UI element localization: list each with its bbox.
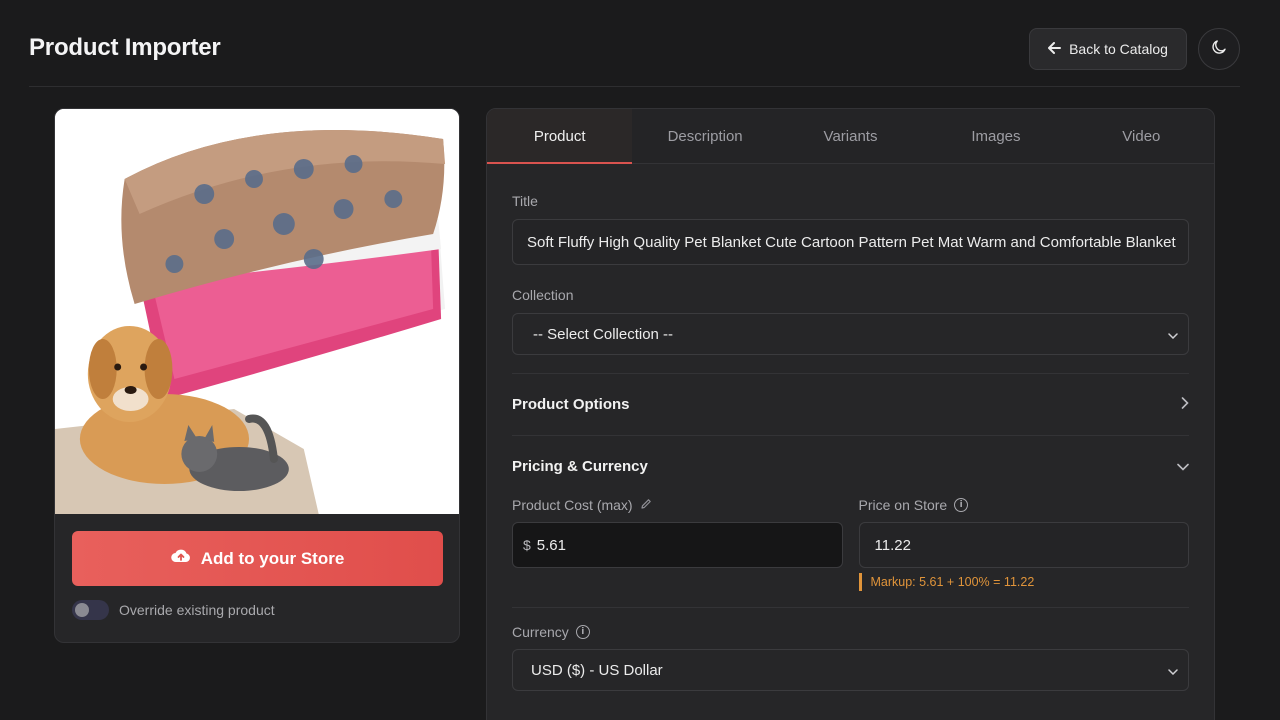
- cost-label: Product Cost (max): [512, 496, 843, 514]
- product-editor-panel: Product Description Variants Images Vide…: [486, 108, 1215, 720]
- cost-currency-symbol: $: [523, 537, 531, 553]
- store-price-input[interactable]: 11.22: [858, 522, 1189, 568]
- title-label-text: Title: [512, 193, 538, 209]
- collection-value: -- Select Collection --: [533, 325, 674, 343]
- add-to-store-label: Add to your Store: [200, 548, 345, 568]
- product-image: [55, 109, 459, 514]
- cost-label-text: Product Cost (max): [512, 497, 633, 513]
- override-label: Override existing product: [119, 602, 275, 618]
- pricing-grid: Product Cost (max) $ 5.61 Price on Store…: [512, 496, 1189, 591]
- tab-description[interactable]: Description: [632, 109, 777, 163]
- cost-value: 5.61: [536, 536, 566, 554]
- cloud-upload-icon: [170, 548, 191, 569]
- title-label: Title: [512, 193, 1189, 209]
- chevron-right-icon: [1181, 396, 1189, 413]
- currency-value: USD ($) - US Dollar: [531, 661, 663, 679]
- cost-column: Product Cost (max) $ 5.61: [512, 496, 843, 591]
- store-price-column: Price on Store i 11.22 Markup: 5.61 + 10…: [858, 496, 1190, 591]
- markup-note: Markup: 5.61 + 100% = 11.22: [858, 573, 1190, 591]
- page-title: Product Importer: [29, 34, 221, 61]
- divider: [512, 607, 1189, 608]
- add-to-store-button[interactable]: Add to your Store: [72, 531, 443, 586]
- title-input[interactable]: Soft Fluffy High Quality Pet Blanket Cut…: [512, 219, 1189, 265]
- product-cost-input[interactable]: $ 5.61: [512, 522, 843, 568]
- collection-label: Collection: [512, 287, 1189, 303]
- collection-select[interactable]: -- Select Collection --: [512, 313, 1189, 355]
- back-to-catalog-button[interactable]: Back to Catalog: [1029, 28, 1187, 70]
- toggle-knob: [75, 603, 89, 617]
- product-options-label: Product Options: [512, 396, 630, 413]
- info-icon[interactable]: i: [954, 498, 969, 512]
- tab-video[interactable]: Video: [1069, 109, 1214, 163]
- moon-icon: [1211, 39, 1227, 60]
- currency-select[interactable]: USD ($) - US Dollar: [512, 649, 1189, 691]
- arrow-left-icon: [1048, 41, 1062, 57]
- store-price-label-text: Price on Store: [858, 497, 948, 513]
- tab-images[interactable]: Images: [923, 109, 1068, 163]
- pricing-section-header[interactable]: Pricing & Currency: [512, 436, 1189, 496]
- product-options-section[interactable]: Product Options: [512, 374, 1189, 435]
- chevron-down-icon: [1168, 662, 1178, 679]
- tab-variants[interactable]: Variants: [778, 109, 923, 163]
- product-form: Title Soft Fluffy High Quality Pet Blank…: [487, 193, 1214, 691]
- tab-product[interactable]: Product: [487, 109, 633, 164]
- chevron-down-icon: [1168, 326, 1178, 343]
- product-preview-card: Add to your Store Override existing prod…: [54, 108, 460, 643]
- theme-toggle-button[interactable]: [1198, 28, 1240, 70]
- override-row: Override existing product: [72, 599, 275, 621]
- back-to-catalog-label: Back to Catalog: [1069, 41, 1168, 57]
- chevron-down-icon: [1177, 458, 1189, 475]
- collection-label-text: Collection: [512, 287, 574, 303]
- pencil-icon[interactable]: [640, 497, 652, 513]
- info-icon[interactable]: i: [575, 625, 590, 639]
- header-divider: [29, 86, 1240, 87]
- currency-label: Currency i: [512, 624, 1189, 640]
- pricing-label: Pricing & Currency: [512, 457, 648, 475]
- store-price-label: Price on Store i: [859, 496, 1190, 514]
- tab-bar: Product Description Variants Images Vide…: [487, 109, 1214, 164]
- override-toggle[interactable]: [72, 600, 109, 620]
- currency-label-text: Currency: [512, 624, 569, 640]
